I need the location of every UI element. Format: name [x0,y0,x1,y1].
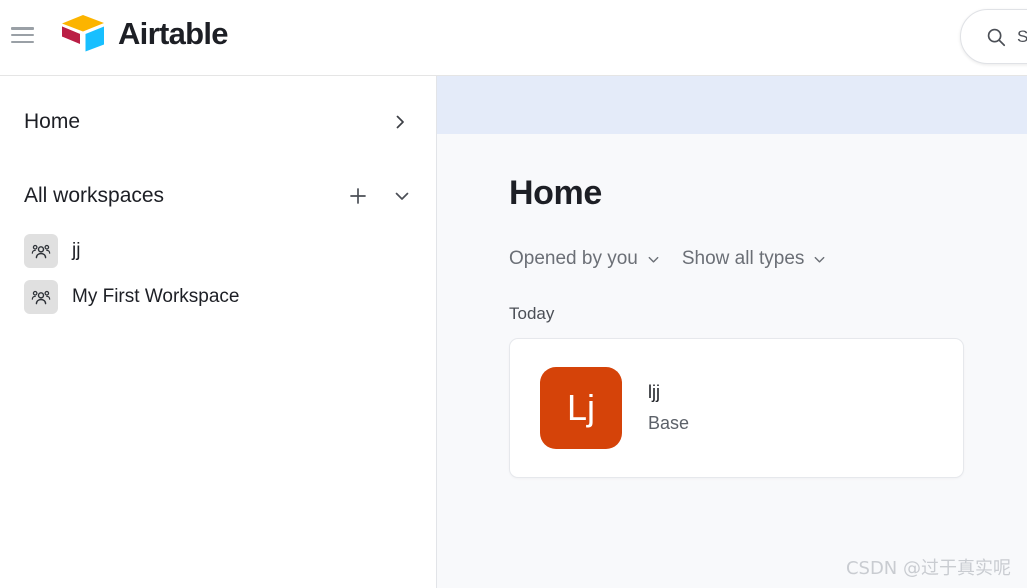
hamburger-line [11,33,34,37]
chevron-down-icon [648,256,659,263]
search-input[interactable]: S [960,9,1027,64]
filter-bar: Opened by you Show all types [509,248,1027,270]
brand-logo-link[interactable]: Airtable [59,13,229,53]
hamburger-line [11,27,34,30]
sidebar-section-all-workspaces: All workspaces [16,178,420,214]
filter-show-all-types[interactable]: Show all types [682,248,828,270]
search-input-value: S [1017,26,1027,46]
workspace-avatar [24,280,58,314]
chevron-right-icon[interactable] [392,114,408,130]
add-workspace-button[interactable] [348,186,368,206]
base-avatar-initials: Lj [566,387,596,428]
filter-label: Show all types [681,248,805,269]
main-content: Home Opened by you Show all types Today [437,76,1027,588]
group-label-today: Today [509,304,555,323]
base-name: ljj [648,382,660,402]
search-icon [987,28,1006,46]
workspace-avatar [24,234,58,268]
base-type: Base [648,413,690,433]
home-panel: Home Opened by you Show all types Today [437,134,1027,588]
brand-name: Airtable [118,15,229,51]
watermark: CSDN @过于真实呢 [845,558,1011,579]
airtable-logo-icon [62,15,104,52]
sidebar-item-home[interactable]: Home [16,100,420,144]
hamburger-menu-icon[interactable] [9,24,36,46]
users-group-icon [31,290,51,305]
sidebar-item-workspace[interactable]: My First Workspace [16,274,420,320]
page-title: Home [509,174,602,212]
sidebar-section-actions [348,186,412,206]
workspace-list: jj My First Workspace [0,228,436,320]
sidebar-item-home-label: Home [24,110,81,133]
base-card[interactable]: Lj ljj Base [509,338,964,478]
sidebar-section-label: All workspaces [24,184,165,207]
chevron-down-icon [395,192,409,200]
filter-opened-by-you[interactable]: Opened by you [509,248,661,270]
base-meta: ljj Base [648,382,689,434]
collapse-workspaces-button[interactable] [392,186,412,206]
sidebar: Home All workspaces jj My First Workspac… [0,76,437,588]
workspace-label: jj [72,240,81,261]
base-avatar: Lj [540,367,622,449]
filter-label: Opened by you [509,248,638,269]
sidebar-item-workspace[interactable]: jj [16,228,420,274]
users-group-icon [31,244,51,259]
airtable-home-page: Airtable S Home All workspaces jj My Fir… [0,0,1027,588]
top-banner [437,76,1027,134]
chevron-down-icon [814,256,825,263]
plus-icon [350,188,366,204]
app-header: Airtable S [0,0,1027,76]
hamburger-line [11,40,34,43]
workspace-label: My First Workspace [72,286,240,307]
